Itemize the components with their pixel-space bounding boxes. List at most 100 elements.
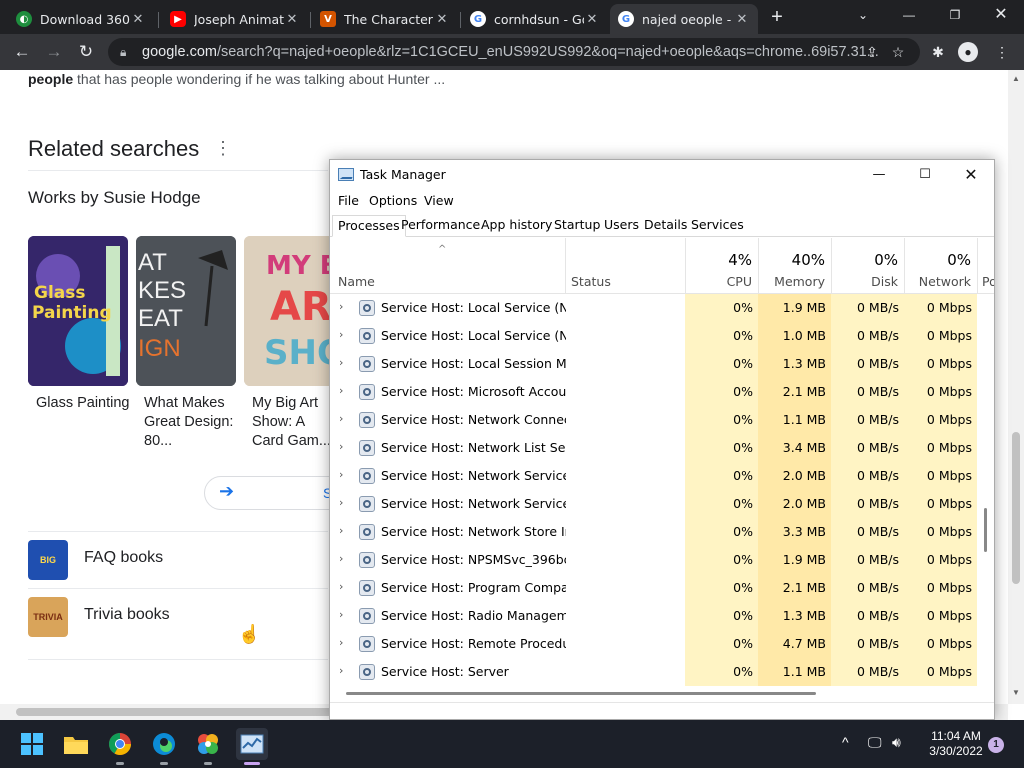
scrollbar-thumb[interactable] (346, 692, 816, 695)
expand-chevron-icon[interactable]: › (339, 524, 343, 537)
related-search-link[interactable]: FAQ books (84, 549, 163, 567)
expand-chevron-icon[interactable]: › (339, 664, 343, 677)
scrollbar-thumb[interactable] (16, 708, 336, 716)
tab-startup[interactable]: Startup (549, 215, 605, 237)
process-table-horizontal-scrollbar[interactable] (330, 686, 994, 700)
column-cpu[interactable]: CPU (686, 274, 752, 289)
extensions-icon[interactable]: ✱ (928, 42, 948, 62)
tab-processes[interactable]: Processes (332, 215, 406, 237)
expand-chevron-icon[interactable]: › (339, 328, 343, 341)
close-icon[interactable]: ✕ (584, 12, 600, 27)
show-hidden-icons-icon[interactable]: ^ (842, 734, 849, 750)
close-icon[interactable]: ✕ (434, 12, 450, 27)
process-row[interactable]: › Service Host: Network Service 0% 2.0 MB 0 … (330, 490, 977, 518)
menu-options[interactable]: Options (369, 193, 417, 208)
process-row[interactable]: › Service Host: Network Connecti... 0% 1.1 … (330, 406, 977, 434)
process-row[interactable]: › Service Host: Server 0% 1.1 MB 0 MB/s 0 Mbp… (330, 658, 977, 686)
profile-icon[interactable]: ● (958, 42, 978, 62)
expand-chevron-icon[interactable]: › (339, 636, 343, 649)
column-power[interactable]: Po (982, 274, 994, 289)
expand-chevron-icon[interactable]: › (339, 552, 343, 565)
edge-icon[interactable] (148, 728, 180, 760)
close-window-icon[interactable]: ✕ (948, 164, 994, 186)
process-row[interactable]: › Service Host: Local Session Man... 0% 1.3… (330, 350, 977, 378)
menu-file[interactable]: File (338, 193, 359, 208)
expand-chevron-icon[interactable]: › (339, 608, 343, 621)
process-row[interactable]: › Service Host: Radio Manageme... 0% 1.3 MB… (330, 602, 977, 630)
more-options-icon[interactable]: ⋮ (214, 138, 232, 159)
expand-chevron-icon[interactable]: › (339, 356, 343, 369)
page-vertical-scrollbar[interactable]: ▲ ▼ (1008, 70, 1024, 704)
menu-dots-icon[interactable]: ⋮ (992, 42, 1012, 62)
expand-chevron-icon[interactable]: › (339, 440, 343, 453)
bookmark-star-icon[interactable]: ☆ (888, 42, 908, 62)
process-row[interactable]: › Service Host: Program Compati... 0% 2.1 M… (330, 574, 977, 602)
process-row[interactable]: › Service Host: Network Service 0% 2.0 MB 0 … (330, 462, 977, 490)
book-label[interactable]: My Big Art Show: A Card Gam... (252, 394, 332, 451)
process-row[interactable]: › Service Host: Remote Procedure... 0% 4.7 … (330, 630, 977, 658)
restore-icon[interactable]: ❐ (932, 4, 978, 26)
close-icon[interactable]: ✕ (284, 12, 300, 27)
expand-chevron-icon[interactable]: › (339, 496, 343, 509)
column-name[interactable]: Name (338, 274, 375, 289)
minimize-icon[interactable]: — (886, 4, 932, 26)
scroll-down-icon[interactable]: ▼ (1012, 688, 1020, 697)
book-label[interactable]: Glass Painting (36, 394, 132, 413)
book-cover-my-big-art-show[interactable]: MY B AR SHO (244, 236, 334, 386)
browser-tab[interactable]: ◐ Download 360 8 ✕ (8, 4, 154, 34)
browser-tab[interactable]: V The Character C ✕ (312, 4, 458, 34)
related-search-link[interactable]: Trivia books (84, 606, 170, 624)
expand-chevron-icon[interactable]: › (339, 384, 343, 397)
column-memory[interactable]: Memory (759, 274, 825, 289)
tab-services[interactable]: Services (686, 215, 749, 237)
close-icon[interactable]: ✕ (130, 12, 146, 27)
close-window-icon[interactable]: ✕ (978, 4, 1024, 26)
forward-icon[interactable]: → (42, 40, 66, 64)
column-network[interactable]: Network (905, 274, 971, 289)
address-bar[interactable]: 🔒︎ google.com/search?q=najed+oeople&rlz=… (108, 38, 920, 66)
column-divider[interactable] (977, 238, 978, 294)
process-row[interactable]: › Service Host: Network Store Inte... 0% 3.… (330, 518, 977, 546)
close-icon[interactable]: ✕ (734, 12, 750, 27)
process-row[interactable]: › Service Host: Microsoft Accoun... 0% 2.1 … (330, 378, 977, 406)
tab-search-icon[interactable]: ⌄ (840, 4, 886, 26)
column-divider[interactable] (565, 238, 566, 294)
tab-users[interactable]: Users (599, 215, 644, 237)
menu-view[interactable]: View (424, 193, 454, 208)
volume-icon[interactable]: 🔊︎ (892, 734, 901, 751)
photos-icon[interactable] (192, 728, 224, 760)
chrome-icon[interactable] (104, 728, 136, 760)
minimize-icon[interactable]: — (856, 164, 902, 186)
expand-chevron-icon[interactable]: › (339, 412, 343, 425)
network-icon[interactable]: 🖵︎ (868, 734, 882, 751)
process-row[interactable]: › Service Host: Local Service (No ... 0% 1.… (330, 322, 977, 350)
back-icon[interactable]: ← (10, 40, 34, 64)
browser-tab-active[interactable]: G najed oeople - G ✕ (610, 4, 758, 34)
browser-tab[interactable]: ▶ Joseph Animate ✕ (162, 4, 308, 34)
browser-tab[interactable]: G cornhdsun - Go ✕ (462, 4, 608, 34)
tab-app-history[interactable]: App history (476, 215, 557, 237)
process-row[interactable]: › Service Host: Local Service (Net... 0% 1.… (330, 294, 977, 322)
file-explorer-icon[interactable] (60, 728, 92, 760)
book-cover-glass-painting[interactable]: Glass Painting (28, 236, 128, 386)
new-tab-button[interactable]: + (766, 6, 788, 28)
task-manager-titlebar[interactable]: Task Manager — ☐ ✕ (330, 160, 994, 190)
column-status[interactable]: Status (571, 274, 611, 289)
tab-performance[interactable]: Performance (396, 215, 485, 237)
process-table-vertical-scrollbar[interactable] (978, 294, 994, 686)
book-label[interactable]: What Makes Great Design: 80... (144, 394, 240, 451)
reload-icon[interactable]: ↻ (74, 40, 98, 64)
maximize-icon[interactable]: ☐ (902, 164, 948, 186)
notification-badge[interactable]: 1 (988, 737, 1004, 753)
share-icon[interactable]: ⇪ (862, 42, 882, 62)
expand-chevron-icon[interactable]: › (339, 300, 343, 313)
windows-start-icon[interactable] (16, 728, 48, 760)
expand-chevron-icon[interactable]: › (339, 468, 343, 481)
scrollbar-thumb[interactable] (984, 508, 987, 552)
scrollbar-thumb[interactable] (1012, 432, 1020, 584)
task-manager-icon[interactable] (236, 728, 268, 760)
system-clock[interactable]: 11:04 AM 3/30/2022 (916, 729, 996, 759)
process-row[interactable]: › Service Host: NPSMSvc_396bc 0% 1.9 MB 0 MB… (330, 546, 977, 574)
column-disk[interactable]: Disk (832, 274, 898, 289)
book-cover-what-makes-great-design[interactable]: AT KES EAT IGN (136, 236, 236, 386)
